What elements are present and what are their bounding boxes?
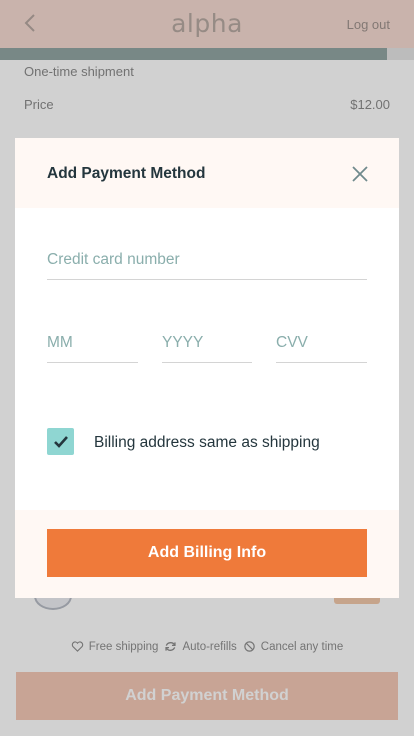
cvv-field [276, 334, 367, 363]
close-button[interactable] [351, 165, 369, 183]
cvv-input[interactable] [276, 334, 367, 352]
add-billing-info-button[interactable]: Add Billing Info [47, 529, 367, 577]
checkmark-icon [53, 435, 68, 448]
month-input[interactable] [47, 334, 138, 352]
billing-same-label[interactable]: Billing address same as shipping [94, 434, 320, 452]
card-number-field [47, 251, 367, 280]
modal-header: Add Payment Method [15, 138, 399, 208]
card-number-input[interactable] [47, 251, 367, 269]
billing-same-checkbox[interactable] [47, 428, 74, 455]
payment-method-modal: Add Payment Method Billing address same … [15, 138, 399, 598]
close-icon [352, 166, 368, 182]
modal-title: Add Payment Method [47, 165, 206, 182]
year-field [162, 334, 252, 363]
year-input[interactable] [162, 334, 252, 352]
month-field [47, 334, 138, 363]
